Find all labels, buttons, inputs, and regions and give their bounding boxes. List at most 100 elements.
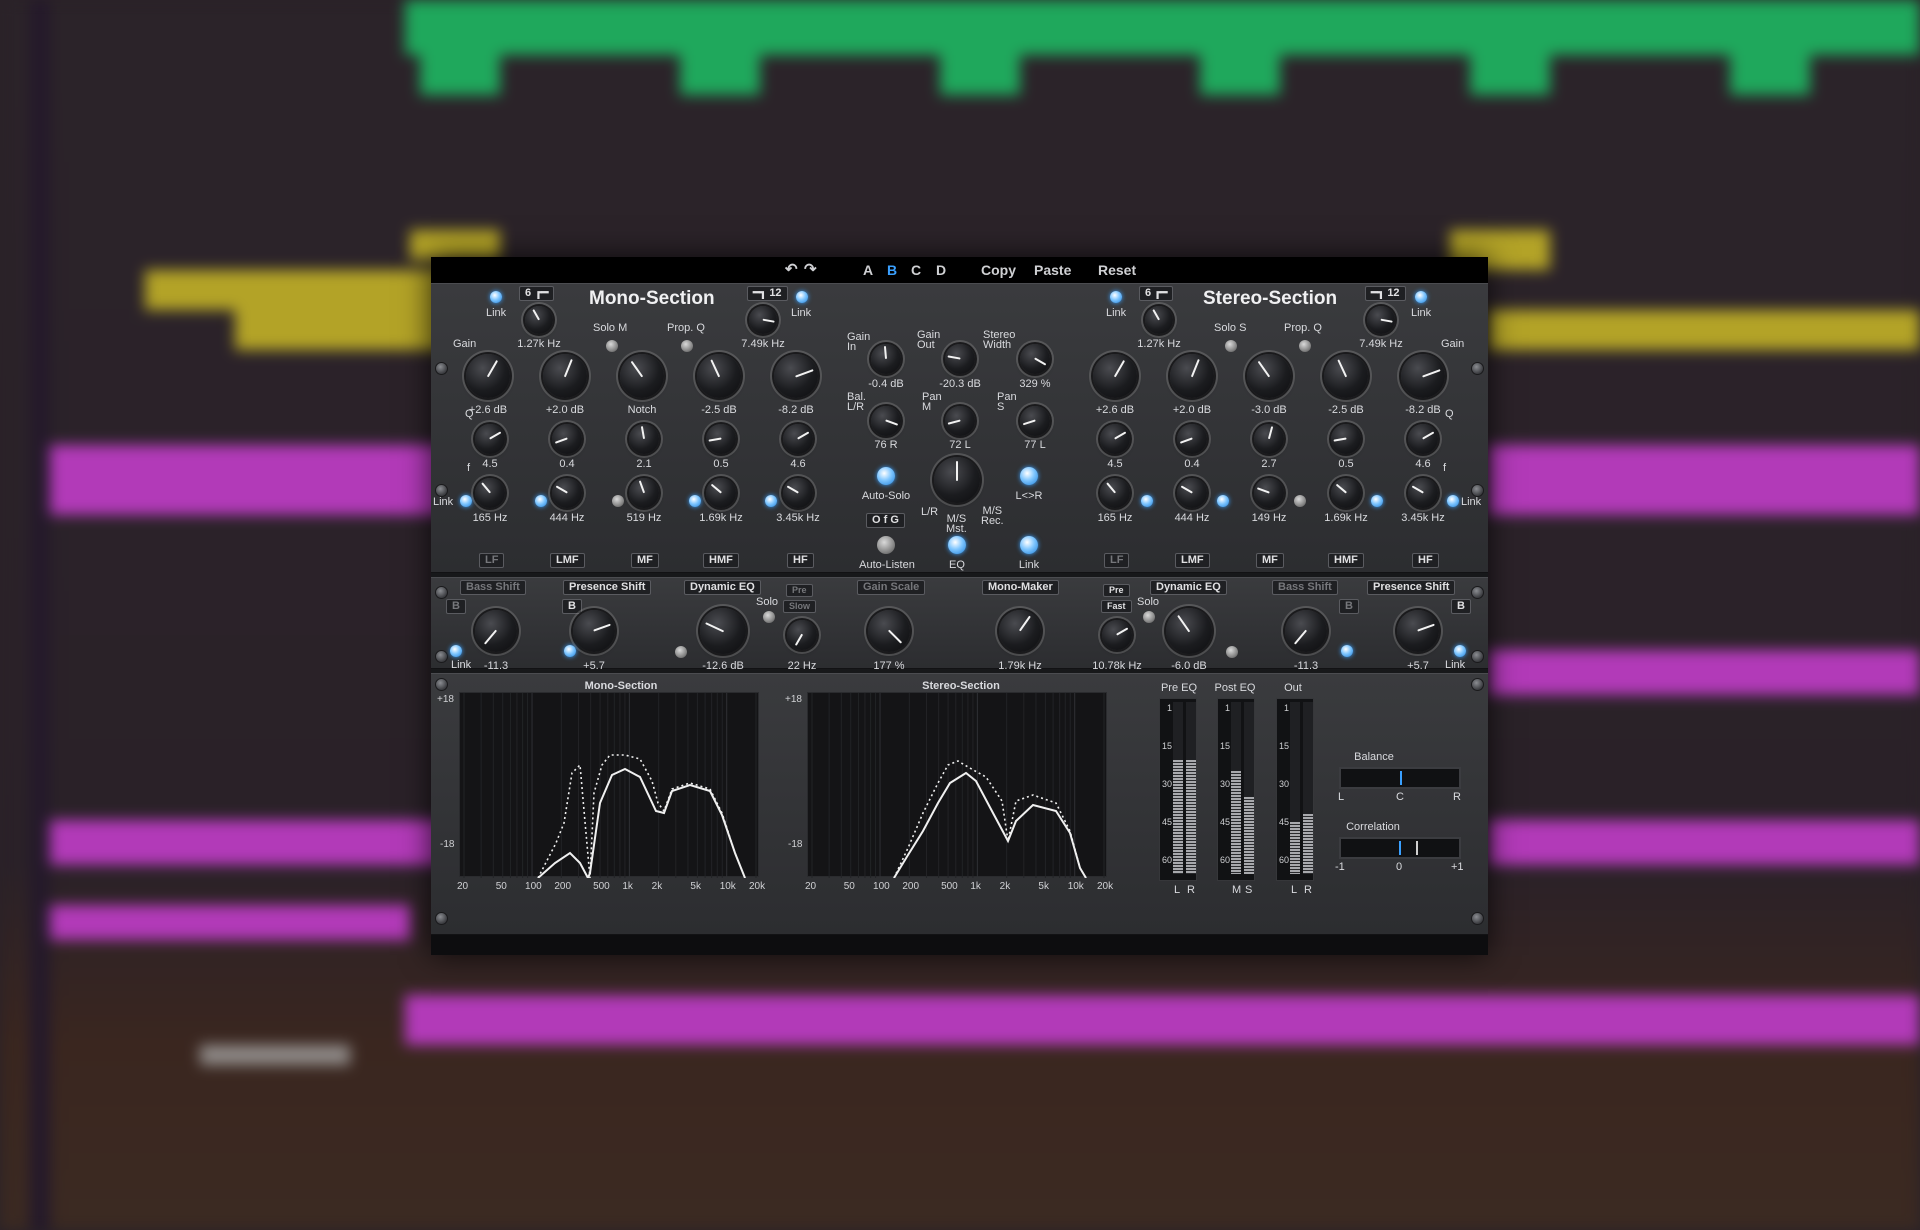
mono-hp-link-led[interactable] [490, 291, 502, 303]
mono-hf-gain-knob[interactable] [774, 354, 818, 398]
stereo-mf-band-button[interactable]: MF [1256, 553, 1284, 568]
mono-mf-freq-knob[interactable] [629, 478, 659, 508]
lr-swap-led[interactable] [1020, 467, 1038, 485]
mono-lp-link-led[interactable] [796, 291, 808, 303]
mono-eq-curve-graph[interactable] [459, 692, 759, 878]
stereo-propq-led[interactable] [1299, 340, 1311, 352]
stereo-hf-band-button[interactable]: HF [1412, 553, 1439, 568]
mono-hf-freq-knob[interactable] [783, 478, 813, 508]
mono-lf-q-knob[interactable] [475, 424, 505, 454]
reset-button[interactable]: Reset [1098, 262, 1136, 278]
mono-bass-b-button[interactable]: B [446, 599, 466, 614]
stereo-lmf-gain-knob[interactable] [1170, 354, 1214, 398]
pan-m-knob[interactable] [945, 406, 975, 436]
mono-solo-led[interactable] [606, 340, 618, 352]
mono-lf-freq-knob[interactable] [475, 478, 505, 508]
stereo-presence-link-led[interactable] [1454, 645, 1466, 657]
mono-mf-q-knob[interactable] [629, 424, 659, 454]
mono-presence-shift-button[interactable]: Presence Shift [563, 580, 652, 595]
eq-on-led[interactable] [948, 536, 966, 554]
mono-mf-band-button[interactable]: MF [631, 553, 659, 568]
mono-maker-button[interactable]: Mono-Maker [982, 580, 1059, 595]
stereo-lp-freq-knob[interactable] [1367, 306, 1395, 334]
stereo-mf-gain-knob[interactable] [1247, 354, 1291, 398]
mono-lf-band-button[interactable]: LF [479, 553, 505, 568]
mono-bass-link-led[interactable] [450, 645, 462, 657]
stereo-hmf-q-knob[interactable] [1331, 424, 1361, 454]
paste-button[interactable]: Paste [1034, 262, 1071, 278]
mono-hmf-gain-knob[interactable] [697, 354, 741, 398]
stereo-dyn-freq-knob[interactable] [1102, 620, 1132, 650]
mono-hmf-band-button[interactable]: HMF [703, 553, 739, 568]
stereo-hmf-band-button[interactable]: HMF [1328, 553, 1364, 568]
mono-lmf-band-button[interactable]: LMF [550, 553, 585, 568]
stereo-dyn-pre-button[interactable]: Pre [1103, 584, 1130, 597]
mono-mf-gain-knob[interactable] [620, 354, 664, 398]
stereo-lf-freq-knob[interactable] [1100, 478, 1130, 508]
stereo-dynamic-eq-button[interactable]: Dynamic EQ [1150, 580, 1227, 595]
stereo-lp-slope-button[interactable]: ━┓ 12 [1365, 286, 1406, 301]
stereo-lf-band-button[interactable]: LF [1104, 553, 1130, 568]
preset-b-button[interactable]: B [887, 262, 897, 278]
stereo-lmf-freq-knob[interactable] [1177, 478, 1207, 508]
mono-hf-q-knob[interactable] [783, 424, 813, 454]
mono-hp-slope-button[interactable]: 6 ┏━ [519, 286, 555, 301]
mono-dynamic-eq-button[interactable]: Dynamic EQ [684, 580, 761, 595]
gain-out-knob[interactable] [945, 344, 975, 374]
preset-a-button[interactable]: A [863, 262, 873, 278]
stereo-presence-shift-knob[interactable] [1397, 610, 1439, 652]
mono-propq-led[interactable] [681, 340, 693, 352]
mono-lf-gain-knob[interactable] [466, 354, 510, 398]
mono-lf-link-led[interactable] [460, 495, 472, 507]
stereo-dyn-solo-led[interactable] [1143, 611, 1155, 623]
stereo-bass-shift-knob[interactable] [1285, 610, 1327, 652]
stereo-lf-q-knob[interactable] [1100, 424, 1130, 454]
pan-s-knob[interactable] [1020, 406, 1050, 436]
stereo-hp-slope-button[interactable]: 6 ┏━ [1139, 286, 1174, 301]
stereo-hf-freq-knob[interactable] [1408, 478, 1438, 508]
stereo-hf-link-led[interactable] [1447, 495, 1459, 507]
mono-dyn-freq-knob[interactable] [787, 620, 817, 650]
stereo-lmf-link-led[interactable] [1217, 495, 1229, 507]
stereo-hmf-gain-knob[interactable] [1324, 354, 1368, 398]
copy-button[interactable]: Copy [981, 262, 1016, 278]
stereo-presence-b-button[interactable]: B [1451, 599, 1471, 614]
stereo-solo-led[interactable] [1225, 340, 1237, 352]
mono-lmf-gain-knob[interactable] [543, 354, 587, 398]
stereo-bass-b-button[interactable]: B [1339, 599, 1359, 614]
auto-solo-led[interactable] [877, 467, 895, 485]
stereo-mf-freq-knob[interactable] [1254, 478, 1284, 508]
mono-lmf-q-knob[interactable] [552, 424, 582, 454]
mono-presence-shift-knob[interactable] [573, 610, 615, 652]
mono-lmf-freq-knob[interactable] [552, 478, 582, 508]
preset-d-button[interactable]: D [936, 262, 946, 278]
stereo-lf-link-led[interactable] [1141, 495, 1153, 507]
mono-hmf-freq-knob[interactable] [706, 478, 736, 508]
stereo-mf-q-knob[interactable] [1254, 424, 1284, 454]
mono-hmf-q-knob[interactable] [706, 424, 736, 454]
mono-dyn-pre-button[interactable]: Pre [786, 584, 813, 597]
mono-hf-band-button[interactable]: HF [787, 553, 814, 568]
mono-lp-slope-button[interactable]: ━┓ 12 [747, 286, 788, 301]
auto-listen-led[interactable] [877, 536, 895, 554]
mono-hp-freq-knob[interactable] [525, 306, 553, 334]
mono-dyn-eq-led[interactable] [675, 646, 687, 658]
stereo-bass-shift-button[interactable]: Bass Shift [1272, 580, 1338, 595]
redo-icon[interactable]: ↷ [804, 260, 817, 278]
mono-maker-knob[interactable] [999, 610, 1041, 652]
gain-in-knob[interactable] [871, 344, 901, 374]
undo-icon[interactable]: ↶ [785, 260, 798, 278]
mono-hmf-link-led[interactable] [689, 495, 701, 507]
gain-scale-button[interactable]: Gain Scale [857, 580, 926, 595]
stereo-eq-curve-graph[interactable] [807, 692, 1107, 878]
stereo-hp-freq-knob[interactable] [1145, 306, 1173, 334]
stereo-mode-knob[interactable] [934, 457, 980, 503]
stereo-lmf-band-button[interactable]: LMF [1175, 553, 1210, 568]
stereo-hf-q-knob[interactable] [1408, 424, 1438, 454]
stereo-mf-link-led[interactable] [1294, 495, 1306, 507]
mono-hf-link-led[interactable] [765, 495, 777, 507]
preset-c-button[interactable]: C [911, 262, 921, 278]
balance-lr-knob[interactable] [871, 406, 901, 436]
stereo-bass-link-led[interactable] [1341, 645, 1353, 657]
mono-mf-link-led[interactable] [612, 495, 624, 507]
